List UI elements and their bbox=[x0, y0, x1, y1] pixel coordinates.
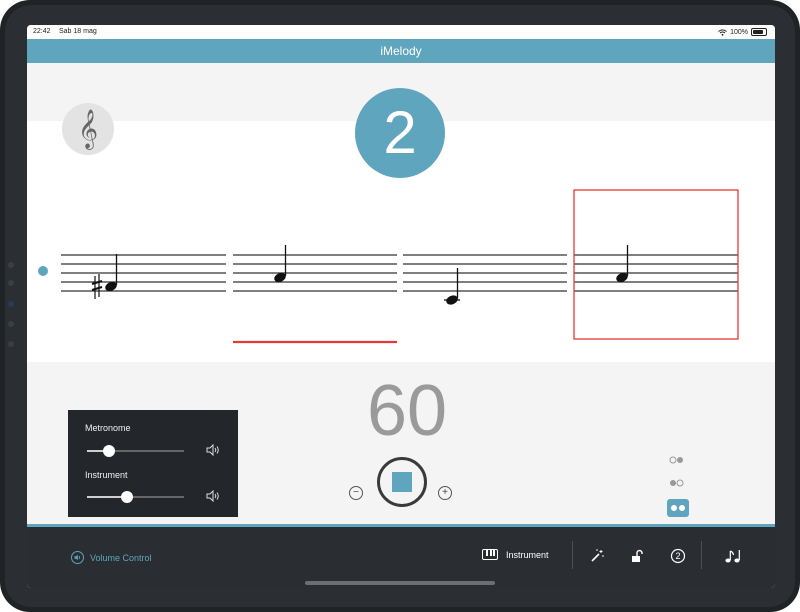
tempo-increase-button[interactable]: + bbox=[438, 486, 452, 500]
camera-dot bbox=[8, 280, 14, 286]
metronome-slider-knob[interactable] bbox=[103, 445, 116, 457]
volume-control-label: Volume Control bbox=[90, 552, 152, 563]
circled-number-icon: 2 bbox=[670, 548, 686, 564]
bottom-toolbar: Volume Control Instrument 2 bbox=[27, 527, 775, 588]
status-date: Sab 18 mag bbox=[59, 28, 97, 35]
volume-control-button[interactable]: Volume Control bbox=[71, 551, 152, 564]
count-badge-number: 2 bbox=[675, 551, 680, 561]
toolbar-separator bbox=[701, 541, 702, 569]
music-notes-icon bbox=[725, 550, 740, 563]
camera-dot bbox=[8, 341, 14, 347]
staff-measure-4[interactable] bbox=[574, 254, 738, 292]
beat-count-display: 2 bbox=[355, 88, 445, 178]
app-screen: 22:42 Sab 18 mag 100% iMelody 𝄞 2 Metron… bbox=[27, 25, 775, 588]
dot-icon bbox=[679, 505, 685, 511]
mode-option-1[interactable] bbox=[669, 456, 685, 466]
lock-button[interactable] bbox=[629, 548, 645, 564]
magic-wand-icon bbox=[591, 549, 604, 562]
magic-wand-button[interactable] bbox=[589, 548, 605, 564]
speaker-circle-icon bbox=[71, 551, 84, 564]
mode-option-3-selected[interactable] bbox=[667, 499, 689, 517]
staff-measure-1[interactable] bbox=[61, 254, 226, 292]
instrument-button[interactable]: Instrument bbox=[482, 549, 549, 560]
clef-button[interactable]: 𝄞 bbox=[62, 103, 114, 155]
music-score bbox=[61, 189, 739, 344]
play-stop-button[interactable] bbox=[377, 457, 427, 507]
status-right: 100% bbox=[718, 28, 767, 36]
instrument-slider-knob[interactable] bbox=[120, 491, 133, 503]
volume-control-panel: Metronome Instrument bbox=[68, 410, 238, 517]
camera-dot bbox=[8, 321, 14, 327]
speaker-icon bbox=[206, 444, 219, 456]
notes-button[interactable] bbox=[724, 548, 744, 564]
app-title: iMelody bbox=[380, 44, 422, 58]
toolbar-separator bbox=[572, 541, 573, 569]
count-in-button[interactable]: 2 bbox=[670, 548, 686, 564]
staff-measure-3[interactable] bbox=[403, 254, 567, 292]
tempo-display: 60 bbox=[366, 371, 448, 451]
speaker-icon bbox=[206, 490, 219, 502]
status-bar: 22:42 Sab 18 mag 100% bbox=[27, 25, 775, 39]
quarter-note[interactable] bbox=[444, 268, 460, 306]
nav-bar: iMelody bbox=[27, 39, 775, 63]
camera-dot bbox=[8, 262, 14, 268]
piano-icon bbox=[482, 549, 498, 560]
instrument-slider[interactable] bbox=[87, 491, 184, 503]
mode-option-2[interactable] bbox=[669, 479, 685, 489]
staff-measure-2[interactable] bbox=[233, 254, 397, 292]
battery-percent: 100% bbox=[730, 28, 748, 36]
metronome-slider[interactable] bbox=[87, 445, 184, 457]
treble-clef-icon: 𝄞 bbox=[77, 109, 99, 149]
camera-lens bbox=[8, 301, 14, 307]
instrument-button-label: Instrument bbox=[506, 549, 549, 560]
wifi-icon bbox=[718, 28, 727, 36]
home-indicator bbox=[305, 581, 495, 585]
battery-icon bbox=[751, 28, 767, 36]
status-time: 22:42 bbox=[33, 28, 51, 35]
tempo-decrease-button[interactable]: − bbox=[349, 486, 363, 500]
sharp-symbol bbox=[91, 274, 103, 299]
instrument-label: Instrument bbox=[85, 470, 128, 480]
dots-icon bbox=[670, 479, 684, 487]
dots-icon bbox=[669, 456, 683, 464]
metronome-label: Metronome bbox=[85, 423, 131, 433]
stop-icon bbox=[392, 472, 412, 492]
unlock-icon bbox=[632, 549, 643, 562]
dot-icon bbox=[671, 505, 677, 511]
